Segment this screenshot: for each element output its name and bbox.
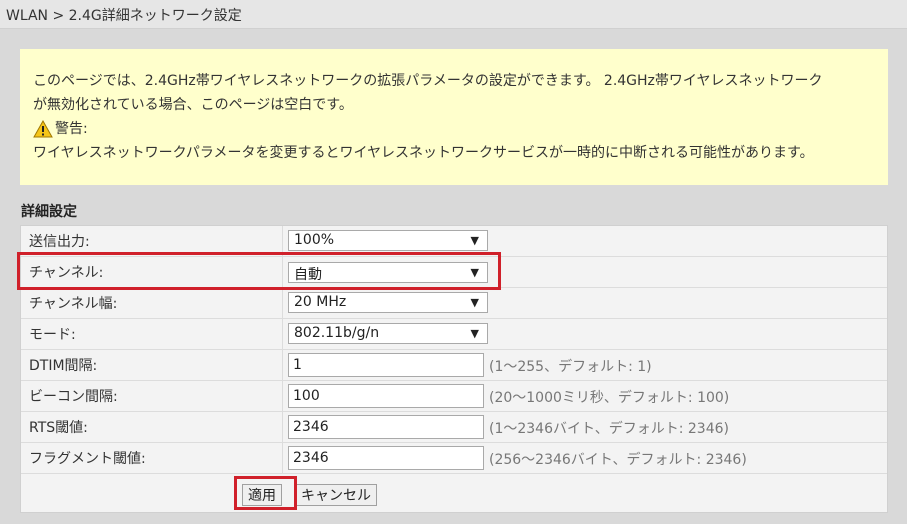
apply-button[interactable]: 適用: [242, 484, 282, 506]
notice-line-2: が無効化されている場合、このページは空白です。: [33, 97, 353, 113]
tx-power-label: 送信出力:: [29, 234, 90, 250]
notice-line-1: このページでは、2.4GHz帯ワイヤレスネットワークの拡張パラメータの設定ができ…: [33, 73, 823, 89]
row-tx-power: 送信出力: 100% ▼: [21, 226, 887, 257]
tx-power-value: 100%: [294, 232, 335, 248]
channel-value: 自動: [294, 267, 322, 283]
channel-width-label: チャンネル幅:: [29, 296, 118, 312]
cancel-button[interactable]: キャンセル: [295, 484, 377, 506]
main-content: このページでは、2.4GHz帯ワイヤレスネットワークの拡張パラメータの設定ができ…: [0, 29, 907, 524]
rts-hint: (1～2346バイト、デフォルト: 2346): [489, 421, 729, 437]
beacon-input[interactable]: [288, 384, 484, 408]
tx-power-select[interactable]: 100% ▼: [288, 230, 488, 251]
title-bar: WLAN > 2.4G詳細ネットワーク設定: [0, 0, 907, 29]
chevron-down-icon: ▼: [470, 266, 479, 279]
button-row: 適用 キャンセル: [21, 474, 887, 512]
channel-width-value: 20 MHz: [294, 294, 347, 310]
chevron-down-icon: ▼: [470, 327, 479, 340]
warning-line: 警告:: [33, 117, 876, 141]
settings-table: 送信出力: 100% ▼ チャンネル: 自動 ▼ チャンネル幅: 20 MHz …: [20, 225, 888, 513]
row-channel: チャンネル: 自動 ▼: [21, 257, 887, 288]
warning-icon: [33, 120, 53, 138]
row-mode: モード: 802.11b/g/n ▼: [21, 319, 887, 350]
warning-text: ワイヤレスネットワークパラメータを変更するとワイヤレスネットワークサービスが一時…: [33, 145, 814, 161]
dtim-input[interactable]: [288, 353, 484, 377]
dtim-label: DTIM間隔:: [29, 358, 98, 374]
row-frag: フラグメント閾値: (256～2346バイト、デフォルト: 2346): [21, 443, 887, 474]
section-title: 詳細設定: [21, 204, 77, 220]
channel-width-select[interactable]: 20 MHz ▼: [288, 292, 488, 313]
mode-label: モード:: [29, 327, 76, 343]
breadcrumb: WLAN > 2.4G詳細ネットワーク設定: [6, 8, 242, 24]
chevron-down-icon: ▼: [470, 296, 479, 309]
rts-input[interactable]: [288, 415, 484, 439]
mode-value: 802.11b/g/n: [294, 325, 380, 341]
row-rts: RTS閾値: (1～2346バイト、デフォルト: 2346): [21, 412, 887, 443]
frag-input[interactable]: [288, 446, 484, 470]
dtim-hint: (1～255、デフォルト: 1): [489, 359, 652, 375]
frag-hint: (256～2346バイト、デフォルト: 2346): [489, 452, 747, 468]
row-dtim: DTIM間隔: (1～255、デフォルト: 1): [21, 350, 887, 381]
rts-label: RTS閾値:: [29, 420, 88, 436]
beacon-hint: (20～1000ミリ秒、デフォルト: 100): [489, 390, 730, 406]
warning-label: 警告:: [55, 121, 88, 137]
channel-label: チャンネル:: [29, 265, 104, 281]
beacon-label: ビーコン間隔:: [29, 389, 118, 405]
channel-select[interactable]: 自動 ▼: [288, 262, 488, 283]
row-beacon: ビーコン間隔: (20～1000ミリ秒、デフォルト: 100): [21, 381, 887, 412]
chevron-down-icon: ▼: [470, 234, 479, 247]
mode-select[interactable]: 802.11b/g/n ▼: [288, 323, 488, 344]
frag-label: フラグメント閾値:: [29, 451, 146, 467]
notice-panel: このページでは、2.4GHz帯ワイヤレスネットワークの拡張パラメータの設定ができ…: [20, 49, 888, 185]
row-channel-width: チャンネル幅: 20 MHz ▼: [21, 288, 887, 319]
